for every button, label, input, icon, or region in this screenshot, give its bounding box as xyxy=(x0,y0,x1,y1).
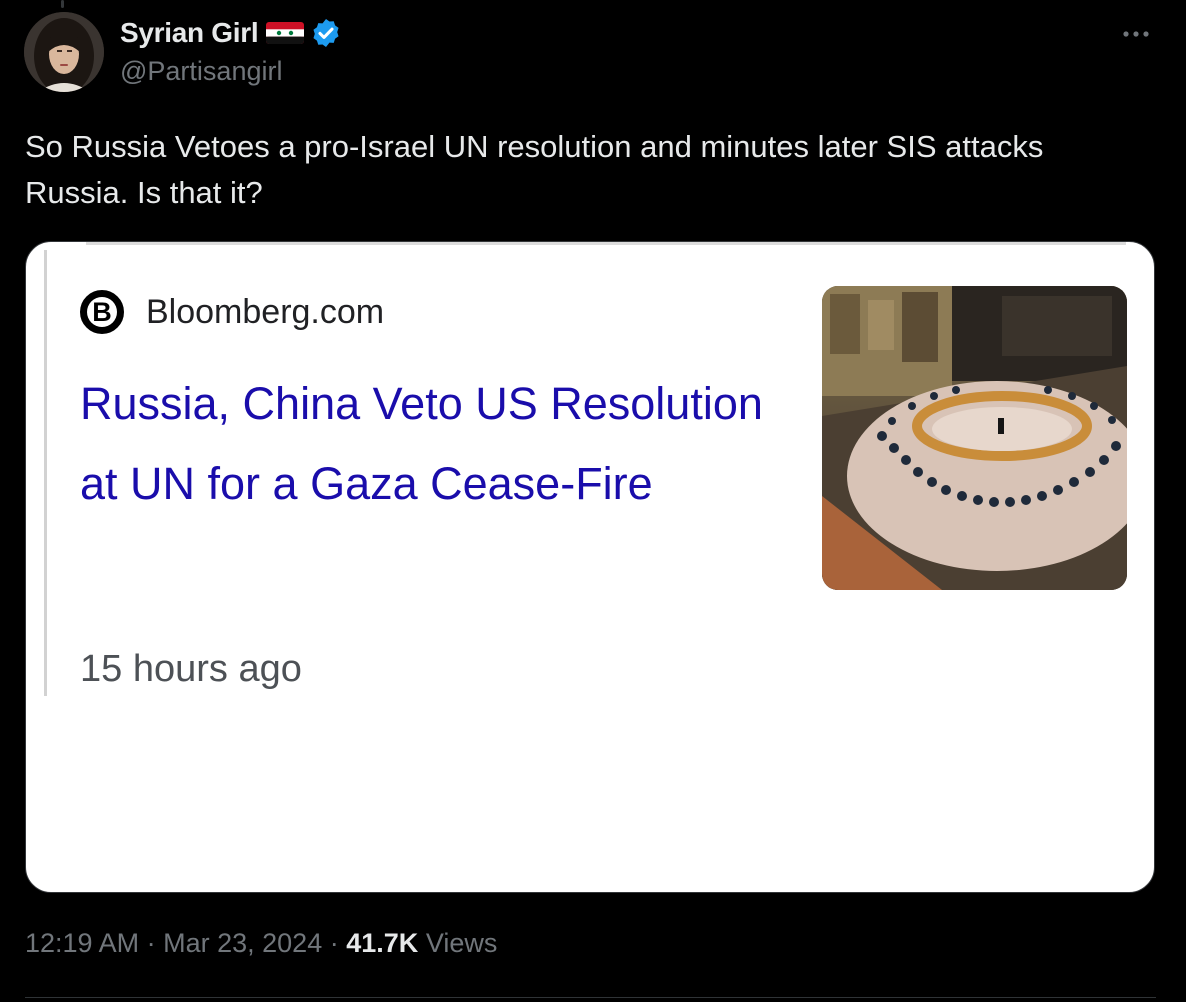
card-thumbnail xyxy=(822,286,1127,590)
thread-connector xyxy=(61,0,64,8)
views-label: Views xyxy=(425,928,498,958)
card-divider xyxy=(86,242,1126,245)
bloomberg-logo-icon: B xyxy=(80,290,124,334)
tweet-text: So Russia Vetoes a pro-Israel UN resolut… xyxy=(25,129,1044,210)
more-horizontal-icon[interactable] xyxy=(1116,20,1156,48)
meta-separator: · xyxy=(329,928,339,958)
card-headline[interactable]: Russia, China Veto US Resolution at UN f… xyxy=(80,364,780,524)
un-chamber-photo-icon xyxy=(822,286,1127,590)
source-logo-letter: B xyxy=(87,297,117,327)
tweet-meta: 12:19 AM · Mar 23, 2024 · 41.7K Views xyxy=(25,928,497,959)
display-name[interactable]: Syrian Girl xyxy=(120,17,259,49)
quote-bar xyxy=(44,250,47,696)
tweet-time[interactable]: 12:19 AM xyxy=(25,928,139,959)
avatar[interactable] xyxy=(24,12,104,92)
profile-photo-icon xyxy=(24,12,104,92)
tweet-date[interactable]: Mar 23, 2024 xyxy=(163,928,322,959)
author-name-row[interactable]: Syrian Girl xyxy=(120,16,342,50)
card-source: B Bloomberg.com xyxy=(80,290,384,334)
verified-badge-icon xyxy=(313,19,339,47)
link-card[interactable]: B Bloomberg.com Russia, China Veto US Re… xyxy=(25,241,1155,893)
divider xyxy=(25,997,1156,998)
syria-flag-icon xyxy=(266,22,305,44)
source-name: Bloomberg.com xyxy=(146,292,385,331)
meta-separator: · xyxy=(146,928,156,958)
views-count: 41.7K xyxy=(346,928,419,958)
author-handle[interactable]: @Partisangirl xyxy=(120,56,282,87)
card-time-ago: 15 hours ago xyxy=(80,648,302,690)
